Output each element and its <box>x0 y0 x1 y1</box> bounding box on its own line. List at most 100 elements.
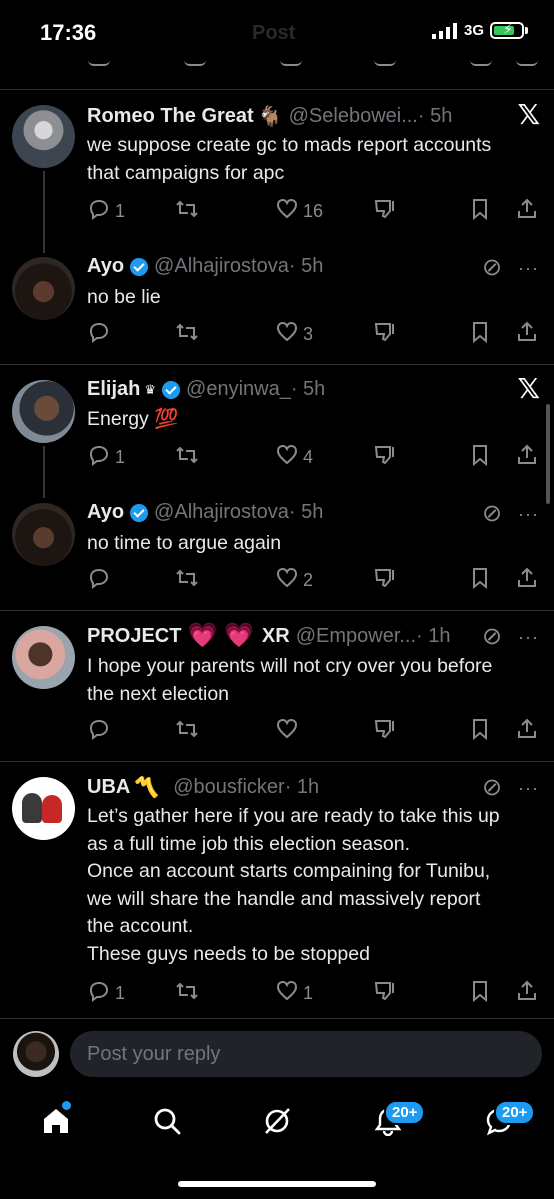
dislike-button[interactable] <box>373 320 397 349</box>
avatar[interactable] <box>12 380 75 443</box>
post-time[interactable]: · 1h <box>285 776 319 799</box>
likes-count: 4 <box>303 447 314 467</box>
reply-button[interactable]: 1 <box>87 443 125 472</box>
author-handle[interactable]: @Alhajirostova <box>154 255 289 278</box>
reply-button[interactable] <box>87 566 115 595</box>
my-avatar[interactable] <box>13 1031 59 1077</box>
share-button[interactable] <box>515 320 539 349</box>
post-time[interactable]: · 5h <box>289 255 323 278</box>
likes-count: 2 <box>303 570 314 590</box>
reply-button[interactable] <box>87 320 115 349</box>
dislike-button[interactable] <box>373 717 397 746</box>
bookmark-button[interactable] <box>468 443 492 472</box>
share-button[interactable] <box>515 197 539 226</box>
no-grok-icon[interactable]: ⊘ <box>482 622 502 651</box>
likes-count: 1 <box>303 983 314 1003</box>
author-name[interactable]: Romeo The Great <box>87 105 254 128</box>
search-icon[interactable] <box>152 1106 182 1136</box>
status-time: 17:36 <box>40 20 97 45</box>
bookmark-icon <box>468 197 492 226</box>
avatar[interactable] <box>12 626 75 689</box>
author-handle[interactable]: @Alhajirostova <box>154 501 289 524</box>
thread-line <box>43 446 45 498</box>
goat-emoji: 🐐 <box>257 106 283 128</box>
dislike-button[interactable] <box>373 197 397 226</box>
post-time[interactable]: · 5h <box>418 105 452 128</box>
author-handle[interactable]: @Empower... <box>296 625 416 648</box>
like-button[interactable]: 2 <box>275 566 313 595</box>
grok-icon[interactable] <box>262 1106 292 1136</box>
divider <box>0 610 554 611</box>
retweet-button[interactable] <box>175 979 203 1008</box>
network-type: 3G <box>463 22 484 39</box>
like-button[interactable]: 3 <box>275 320 313 349</box>
post-time[interactable]: · 1h <box>416 625 450 648</box>
author-handle[interactable]: @enyinwa_ <box>186 378 291 401</box>
dislike-button[interactable] <box>373 979 397 1008</box>
home-icon[interactable] <box>41 1106 71 1136</box>
replies-count: 1 <box>115 201 126 221</box>
avatar[interactable] <box>12 257 75 320</box>
author-name[interactable]: PROJECT <box>87 625 181 648</box>
share-button[interactable] <box>515 717 539 746</box>
reply-button[interactable]: 1 <box>87 979 125 1008</box>
like-icon <box>275 197 299 226</box>
share-icon <box>515 197 539 226</box>
likes-count: 3 <box>303 324 314 344</box>
retweet-button[interactable] <box>175 443 203 472</box>
more-icon[interactable]: ··· <box>518 504 539 525</box>
retweet-button[interactable] <box>175 566 203 595</box>
avatar[interactable] <box>12 777 75 840</box>
post-time[interactable]: · 5h <box>289 501 323 524</box>
bookmark-button[interactable] <box>468 566 492 595</box>
retweet-icon <box>175 717 199 746</box>
share-button[interactable] <box>515 443 539 472</box>
tweet-header: Elijah ♛ @enyinwa_ · 5h <box>87 378 325 401</box>
retweet-button[interactable] <box>175 197 203 226</box>
bookmark-icon <box>468 443 492 472</box>
like-button[interactable]: 4 <box>275 443 313 472</box>
tweet-header: Ayo @Alhajirostova · 5h <box>87 255 323 278</box>
no-grok-icon[interactable]: ⊘ <box>482 773 502 802</box>
bookmark-button[interactable] <box>468 197 492 226</box>
bookmark-button[interactable] <box>468 320 492 349</box>
divider <box>0 364 554 365</box>
reply-input[interactable]: Post your reply <box>70 1031 542 1077</box>
tweet-actions: 3 <box>87 320 542 348</box>
reply-button[interactable] <box>87 717 115 746</box>
more-icon[interactable]: ··· <box>518 258 539 279</box>
like-button[interactable]: 16 <box>275 197 323 226</box>
author-name[interactable]: Elijah <box>87 378 140 401</box>
no-grok-icon[interactable]: ⊘ <box>482 253 502 282</box>
author-handle[interactable]: @Selebowei... <box>289 105 418 128</box>
bookmark-button[interactable] <box>468 979 492 1008</box>
dislike-button[interactable] <box>373 566 397 595</box>
tweet-header: Ayo @Alhajirostova · 5h <box>87 501 323 524</box>
reply-button[interactable]: 1 <box>87 197 125 226</box>
share-button[interactable] <box>515 566 539 595</box>
retweet-button[interactable] <box>175 717 203 746</box>
bookmark-button[interactable] <box>468 717 492 746</box>
author-name[interactable]: Ayo <box>87 255 124 278</box>
home-indicator[interactable] <box>178 1181 376 1187</box>
share-button[interactable] <box>515 979 539 1008</box>
scrollbar[interactable] <box>546 404 550 504</box>
avatar[interactable] <box>12 503 75 566</box>
author-handle[interactable]: @bousficker <box>173 776 284 799</box>
like-button[interactable]: 1 <box>275 979 313 1008</box>
tweet-text: no time to argue again <box>87 532 282 554</box>
like-button[interactable] <box>275 717 303 746</box>
more-icon[interactable]: ··· <box>518 627 539 648</box>
more-icon[interactable]: ··· <box>518 778 539 799</box>
retweet-button[interactable] <box>175 320 203 349</box>
author-name[interactable]: Ayo <box>87 501 124 524</box>
avatar[interactable] <box>12 105 75 168</box>
dislike-button[interactable] <box>373 443 397 472</box>
author-name-suffix[interactable]: XR <box>262 625 290 648</box>
x-logo-icon: 𝕏 <box>517 98 540 131</box>
author-name[interactable]: UBA <box>87 776 130 799</box>
tweet-actions: 11 <box>87 979 542 1007</box>
post-time[interactable]: · 5h <box>291 378 325 401</box>
pink-hearts-emoji: 💗 💗 <box>187 622 254 649</box>
no-grok-icon[interactable]: ⊘ <box>482 499 502 528</box>
